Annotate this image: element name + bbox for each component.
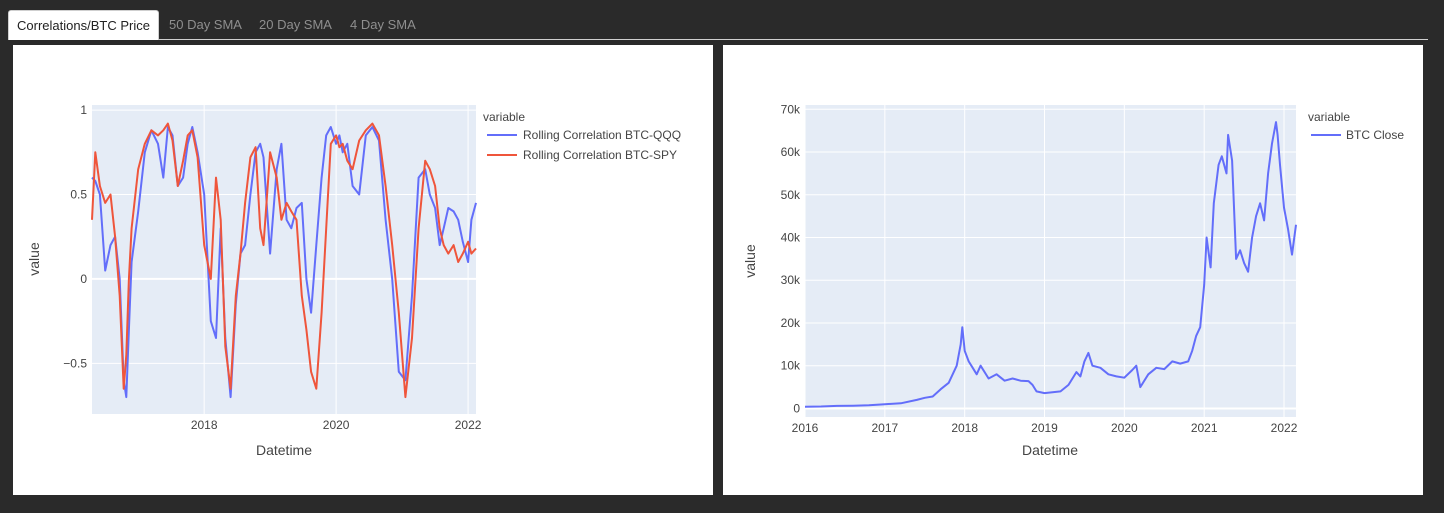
legend: variable Rolling Correlation BTC-QQQ Rol… (483, 110, 681, 162)
y-tick-label: 70k (781, 102, 801, 116)
y-tick-label: 30k (781, 273, 801, 287)
x-tick-label: 2016 (792, 421, 819, 435)
y-tick-label: 20k (781, 316, 801, 330)
y-tick-label: 60k (781, 145, 801, 159)
btc-price-chart-panel: 2016 2017 2018 2019 2020 2021 2022 0 10k 20k 30k 40… (723, 45, 1423, 495)
legend-item-spy[interactable]: Rolling Correlation BTC-SPY (487, 148, 677, 162)
correlation-chart-panel: 2018 2020 2022 −0.5 0 0.5 1 Datetime value var… (13, 45, 713, 495)
legend-title: variable (1308, 110, 1350, 124)
y-tick-label: 0 (793, 401, 800, 415)
legend-item-btc-close[interactable]: BTC Close (1311, 128, 1404, 142)
x-tick-label: 2021 (1191, 421, 1218, 435)
tab-50-day-sma[interactable]: 50 Day SMA (169, 10, 242, 40)
x-axis-title: Datetime (1022, 442, 1078, 458)
y-tick-label: 50k (781, 188, 801, 202)
x-tick-label: 2020 (1111, 421, 1138, 435)
x-tick-label: 2018 (191, 418, 218, 432)
x-tick-label: 2022 (1271, 421, 1298, 435)
plot-area (92, 105, 476, 414)
legend-item-qqq[interactable]: Rolling Correlation BTC-QQQ (487, 128, 681, 142)
x-tick-label: 2022 (455, 418, 482, 432)
y-tick-label: 0 (80, 272, 87, 286)
x-axis-title: Datetime (256, 442, 312, 458)
x-tick-label: 2018 (951, 421, 978, 435)
legend: variable BTC Close (1308, 110, 1404, 142)
y-tick-label: 10k (781, 359, 801, 373)
tab-correlations-btc-price[interactable]: Correlations/BTC Price (8, 10, 159, 40)
legend-label: Rolling Correlation BTC-QQQ (523, 128, 681, 142)
tab-20-day-sma[interactable]: 20 Day SMA (259, 10, 332, 40)
y-tick-label: 1 (80, 103, 87, 117)
correlation-chart: 2018 2020 2022 −0.5 0 0.5 1 Datetime value var… (26, 103, 681, 458)
y-tick-label: 40k (781, 230, 801, 244)
x-tick-label: 2020 (323, 418, 350, 432)
y-tick-label: −0.5 (63, 356, 87, 370)
y-axis-title: value (26, 242, 42, 276)
legend-label: BTC Close (1346, 128, 1404, 142)
btc-price-chart: 2016 2017 2018 2019 2020 2021 2022 0 10k 20k 30k 40… (742, 102, 1404, 458)
y-tick-label: 0.5 (70, 187, 87, 201)
x-tick-label: 2019 (1031, 421, 1058, 435)
x-tick-label: 2017 (871, 421, 898, 435)
legend-title: variable (483, 110, 525, 124)
tab-bar: Correlations/BTC Price 50 Day SMA 20 Day… (8, 10, 1428, 40)
tab-4-day-sma[interactable]: 4 Day SMA (350, 10, 416, 40)
y-axis-title: value (742, 244, 758, 278)
legend-label: Rolling Correlation BTC-SPY (523, 148, 677, 162)
